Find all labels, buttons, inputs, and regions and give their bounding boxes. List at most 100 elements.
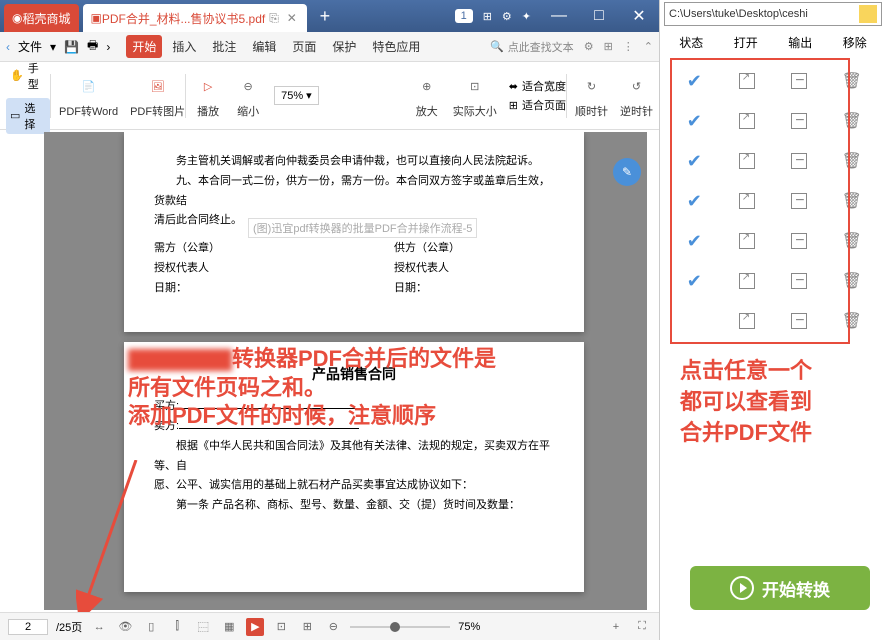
sb-single-icon[interactable]: ▯	[142, 618, 160, 636]
collapse-icon[interactable]: ⌃	[644, 40, 653, 53]
sb-plus-icon[interactable]: +	[607, 618, 625, 636]
output-icon[interactable]	[791, 73, 807, 89]
print-icon[interactable]: 🖶	[87, 36, 98, 57]
zoom-level[interactable]: 75% ▾	[274, 86, 319, 105]
pdf-to-image-button[interactable]: 🖼 PDF转图片	[130, 73, 185, 119]
ann-text: 所有文件页码之和。	[128, 374, 628, 403]
toolbar: ✋ 手型 ▭ 选择 📄 PDF转Word 🖼 PDF转图片 ▷ 播放	[0, 62, 659, 130]
sb-screen1-icon[interactable]: ⊡	[272, 618, 290, 636]
actual-size-button[interactable]: ⊡ 实际大小	[453, 73, 497, 119]
menutab-special[interactable]: 特色应用	[366, 35, 426, 58]
play-button[interactable]: ▷ 播放	[194, 73, 222, 119]
tab-dropdown-icon[interactable]: ⎘	[269, 11, 279, 26]
dropdown-icon[interactable]: ▾	[50, 40, 56, 54]
tab-active-file[interactable]: ▣ PDF合并_材料...售协议书5.pdf ⎘ ✕	[83, 4, 307, 32]
zoom-readout: 75%	[458, 621, 480, 633]
output-icon[interactable]	[791, 233, 807, 249]
zoom-in-button[interactable]: ⊕ 放大	[413, 73, 441, 119]
kebab-icon[interactable]: ⋮	[623, 40, 634, 53]
column-headers: 状态 打开 输出 移除	[660, 28, 886, 57]
save-icon[interactable]: 💾	[64, 40, 79, 54]
menu-icon[interactable]: ⊞	[604, 40, 613, 53]
open-icon[interactable]	[739, 273, 755, 289]
rotate-ccw-button[interactable]: ↺ 逆时针	[620, 73, 653, 119]
open-icon[interactable]	[739, 113, 755, 129]
menutab-page[interactable]: 页面	[286, 35, 322, 58]
search-input[interactable]: 🔍 点此查找文本	[490, 39, 574, 55]
sparkle-icon[interactable]: ✦	[522, 10, 531, 23]
tab-store[interactable]: ◉ 稻壳商城	[4, 4, 79, 32]
sig-party-b: 供方（公章）	[394, 239, 554, 259]
sb-cont-icon[interactable]: ⫿	[168, 618, 186, 636]
page-input[interactable]	[8, 619, 48, 635]
actual-icon: ⊡	[461, 73, 489, 101]
open-icon[interactable]	[739, 313, 755, 329]
fit-width-label: 适合宽度	[522, 78, 566, 94]
open-icon[interactable]	[739, 233, 755, 249]
close-icon[interactable]: ✕	[285, 11, 299, 25]
cursor-icon: ▭	[10, 109, 20, 122]
fit-width-button[interactable]: ⬌ 适合宽度	[509, 78, 566, 94]
settings-icon[interactable]: ⚙	[502, 10, 512, 23]
doc-text: 愿、公平、诚实信用的基础上就石材产品买卖事宜达成协议如下：	[154, 476, 554, 496]
sb-fullscreen-icon[interactable]: ⛶	[633, 618, 651, 636]
back-icon[interactable]: ‹	[6, 40, 10, 54]
path-text: C:\Users\tuke\Desktop\ceshi	[669, 8, 808, 20]
gear-icon[interactable]: ⚙	[584, 40, 594, 53]
ann-text: 都可以查看到	[680, 387, 880, 418]
zoom-slider[interactable]	[350, 626, 450, 628]
sig-rep: 授权代表人	[394, 259, 554, 279]
sb-dualcont-icon[interactable]: ▦	[220, 618, 238, 636]
open-icon[interactable]	[739, 193, 755, 209]
col-status: 状态	[664, 34, 719, 51]
fit-page-button[interactable]: ⊞ 适合页面	[509, 97, 566, 113]
menutab-edit[interactable]: 编辑	[246, 35, 282, 58]
grid-icon[interactable]: ⊞	[483, 10, 492, 23]
new-tab-button[interactable]: +	[311, 2, 339, 30]
select-tool[interactable]: ▭ 选择	[6, 98, 50, 134]
close-button[interactable]: ✕	[619, 0, 659, 32]
menutab-annotate[interactable]: 批注	[206, 35, 242, 58]
notification-badge[interactable]: 1	[455, 9, 473, 23]
play-icon: ▷	[194, 73, 222, 101]
floating-badge[interactable]: ✎	[613, 158, 641, 186]
folder-icon[interactable]	[859, 5, 877, 23]
sig-date: 日期：	[154, 279, 314, 299]
path-bar[interactable]: C:\Users\tuke\Desktop\ceshi	[664, 2, 882, 26]
output-icon[interactable]	[791, 153, 807, 169]
open-icon[interactable]	[739, 153, 755, 169]
start-convert-button[interactable]: 开始转换	[690, 566, 870, 610]
output-icon[interactable]	[791, 193, 807, 209]
open-icon[interactable]	[739, 73, 755, 89]
pdf-to-word-button[interactable]: 📄 PDF转Word	[59, 73, 118, 119]
shrink-label: 缩小	[237, 103, 259, 119]
sb-dual-icon[interactable]: ⿱	[194, 618, 212, 636]
minimize-button[interactable]: —	[539, 0, 579, 32]
menutab-insert[interactable]: 插入	[166, 35, 202, 58]
redacted-text	[128, 349, 232, 371]
rotate-cw-button[interactable]: ↻ 顺时针	[575, 73, 608, 119]
fit-page-icon: ⊞	[509, 99, 518, 112]
output-icon[interactable]	[791, 113, 807, 129]
output-icon[interactable]	[791, 313, 807, 329]
fit-page-label: 适合页面	[522, 97, 566, 113]
ann-text: 点击任意一个	[680, 356, 880, 387]
menu-file[interactable]: 文件	[18, 38, 42, 55]
maximize-button[interactable]: □	[579, 0, 619, 32]
menutab-start[interactable]: 开始	[126, 35, 162, 58]
hand-label: 手型	[28, 60, 46, 92]
hand-tool[interactable]: ✋ 手型	[6, 58, 50, 94]
sb-eye-icon[interactable]: 👁	[116, 618, 134, 636]
sb-screen2-icon[interactable]: ⊞	[298, 618, 316, 636]
col-output: 输出	[773, 34, 828, 51]
sb-nav-icon[interactable]: ↔	[90, 618, 108, 636]
right-panel: C:\Users\tuke\Desktop\ceshi 状态 打开 输出 移除 …	[660, 0, 886, 640]
zoom-value: 75%	[281, 90, 303, 102]
menutab-protect[interactable]: 保护	[326, 35, 362, 58]
output-icon[interactable]	[791, 273, 807, 289]
rotate-ccw-icon: ↺	[623, 73, 651, 101]
sb-play-icon[interactable]: ▶	[246, 618, 264, 636]
sb-minus-icon[interactable]: ⊖	[324, 618, 342, 636]
more-icon[interactable]: ›	[106, 40, 110, 54]
zoom-out-button[interactable]: ⊖ 缩小	[234, 73, 262, 119]
